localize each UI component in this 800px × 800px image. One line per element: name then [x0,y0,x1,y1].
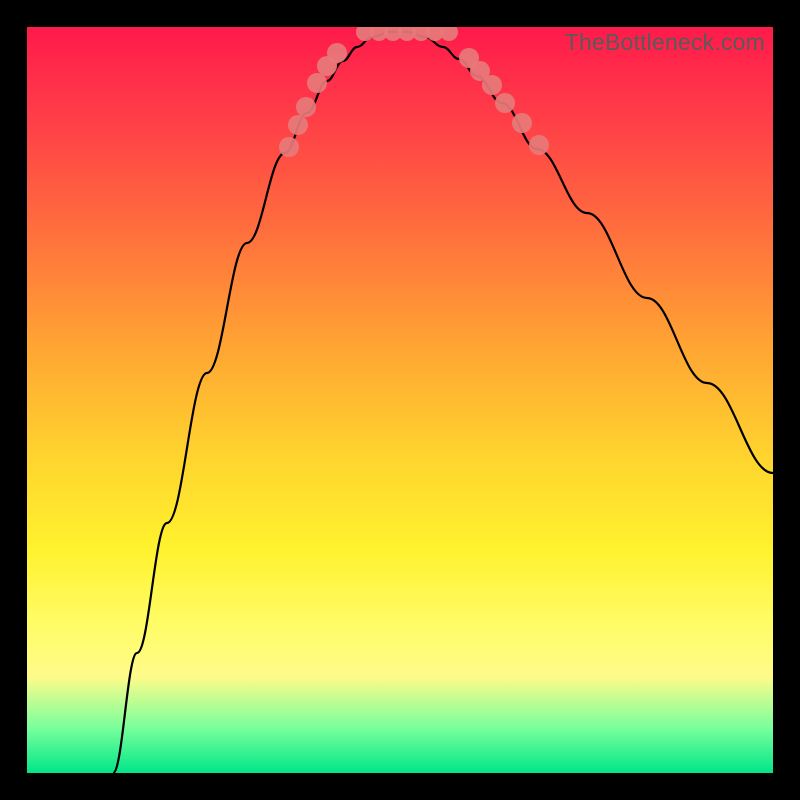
data-point [307,73,327,93]
main-curve [113,32,773,773]
data-point [495,93,515,113]
data-point [279,137,299,157]
data-point [288,115,308,135]
data-point [482,75,502,95]
data-point [296,97,316,117]
data-points [279,27,549,157]
chart-svg [27,27,773,773]
watermark-text: TheBottleneck.com [565,29,765,56]
data-point [327,43,347,63]
chart-frame: TheBottleneck.com [27,27,773,773]
data-point [440,27,458,41]
data-point [512,113,532,133]
data-point [529,135,549,155]
